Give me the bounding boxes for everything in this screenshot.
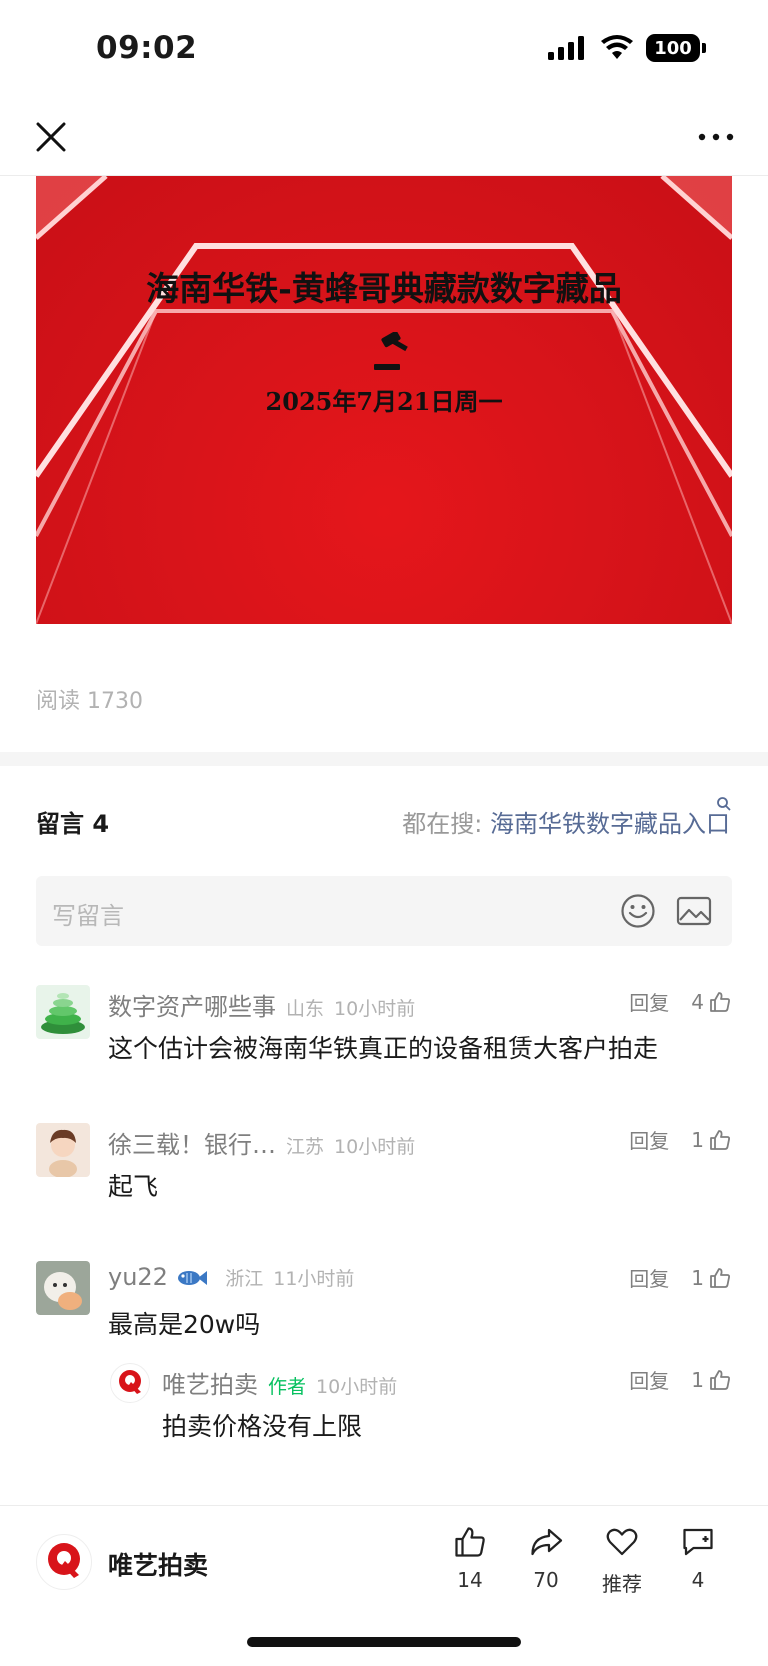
- battery-level: 100: [654, 37, 692, 59]
- reply-button[interactable]: 回复: [629, 1365, 669, 1394]
- thumbs-up-icon[interactable]: [708, 1128, 732, 1152]
- comment-text: 这个估计会被海南华铁真正的设备租赁大客户拍走: [108, 1034, 659, 1063]
- comment-time: 10小时前: [334, 1136, 416, 1158]
- avatar[interactable]: [36, 1123, 90, 1177]
- emoji-icon[interactable]: [620, 893, 656, 929]
- search-hint[interactable]: 都在搜: 海南华铁数字藏品入口: [402, 797, 731, 839]
- thumbs-up-icon[interactable]: [708, 1368, 732, 1392]
- comment-compose-box[interactable]: 写留言: [36, 876, 732, 946]
- comment-text: 拍卖价格没有上限: [162, 1412, 363, 1441]
- comment-author: yu22 浙江 11小时前: [108, 1263, 354, 1291]
- comment-actions: 回复 1: [629, 1263, 732, 1292]
- recommend-label: 推荐: [602, 1572, 642, 1596]
- reply-button[interactable]: 回复: [629, 1125, 669, 1154]
- thumbs-up-icon[interactable]: [708, 1266, 732, 1290]
- comment-text: 起飞: [108, 1172, 159, 1201]
- section-divider: [0, 752, 768, 766]
- comment-button[interactable]: 4: [668, 1524, 728, 1592]
- comment-actions: 回复 1: [629, 1125, 732, 1154]
- share-icon: [531, 1528, 563, 1556]
- more-icon[interactable]: [696, 120, 736, 154]
- search-hint-link[interactable]: 海南华铁数字藏品入口: [490, 810, 730, 838]
- author-badge: 作者: [268, 1376, 307, 1398]
- comment-author: 徐三载！银行… 江苏 10小时前: [108, 1125, 415, 1160]
- like-count: 1: [691, 1127, 704, 1152]
- close-icon[interactable]: [34, 120, 68, 154]
- account-name[interactable]: 唯艺拍卖: [108, 1546, 208, 1582]
- like-count: 14: [457, 1568, 483, 1592]
- avatar[interactable]: [36, 985, 90, 1039]
- status-bar: 09:02 100: [0, 0, 768, 100]
- share-count: 70: [533, 1568, 559, 1592]
- comment-author-name[interactable]: 徐三载！银行…: [108, 1131, 276, 1159]
- thumbs-up-icon: [455, 1527, 485, 1557]
- thumbs-up-icon[interactable]: [708, 990, 732, 1014]
- comment-location: 山东: [286, 998, 325, 1020]
- banner-title: 海南华铁-黄蜂哥典藏款数字藏品: [146, 269, 622, 308]
- comment-author-name[interactable]: yu22: [108, 1263, 168, 1291]
- banner-date: 2025年7月21日周一: [265, 387, 503, 416]
- image-icon[interactable]: [676, 896, 712, 926]
- comment-add-icon: [683, 1528, 713, 1556]
- comment-time: 10小时前: [334, 998, 416, 1020]
- share-button[interactable]: 70: [516, 1524, 576, 1592]
- read-count: 阅读 1730: [36, 689, 143, 714]
- wifi-icon: [601, 35, 633, 59]
- fish-icon: [177, 1271, 207, 1285]
- search-hint-prefix: 都在搜:: [402, 810, 490, 838]
- comment-time: 10小时前: [316, 1376, 398, 1398]
- signal-icon: [548, 36, 584, 60]
- recommend-button[interactable]: 推荐: [592, 1524, 652, 1597]
- nav-bar: [0, 100, 768, 176]
- reply-button[interactable]: 回复: [629, 1263, 669, 1292]
- like-button[interactable]: 14: [440, 1524, 500, 1592]
- comment-location: 浙江: [225, 1268, 264, 1290]
- search-icon: [717, 797, 731, 811]
- like-count: 1: [691, 1367, 704, 1392]
- comment-author-name[interactable]: 数字资产哪些事: [108, 993, 276, 1021]
- comment-actions: 回复 1: [629, 1365, 732, 1394]
- comment-text: 最高是20w吗: [108, 1310, 261, 1339]
- compose-placeholder: 写留言: [52, 902, 124, 930]
- avatar[interactable]: [36, 1261, 90, 1315]
- avatar[interactable]: [110, 1363, 150, 1403]
- status-time: 09:02: [96, 30, 198, 66]
- status-icons: 100: [548, 34, 706, 62]
- comment-time: 11小时前: [273, 1268, 355, 1290]
- home-indicator[interactable]: [247, 1637, 521, 1647]
- like-count: 1: [691, 1265, 704, 1290]
- comment-location: 江苏: [286, 1136, 325, 1158]
- comment-count: 4: [691, 1568, 705, 1592]
- comment-author: 数字资产哪些事 山东 10小时前: [108, 987, 415, 1022]
- comment-author-name[interactable]: 唯艺拍卖: [162, 1371, 258, 1399]
- reply-button[interactable]: 回复: [629, 987, 669, 1016]
- heart-icon: [606, 1528, 638, 1556]
- comment-author: 唯艺拍卖 作者 10小时前: [162, 1365, 397, 1400]
- like-count: 4: [691, 989, 704, 1014]
- comments-title: 留言 4: [36, 810, 110, 838]
- battery-icon: 100: [646, 34, 706, 62]
- gavel-icon: [374, 332, 408, 370]
- account-avatar[interactable]: [36, 1534, 92, 1590]
- comment-actions: 回复 4: [629, 987, 732, 1016]
